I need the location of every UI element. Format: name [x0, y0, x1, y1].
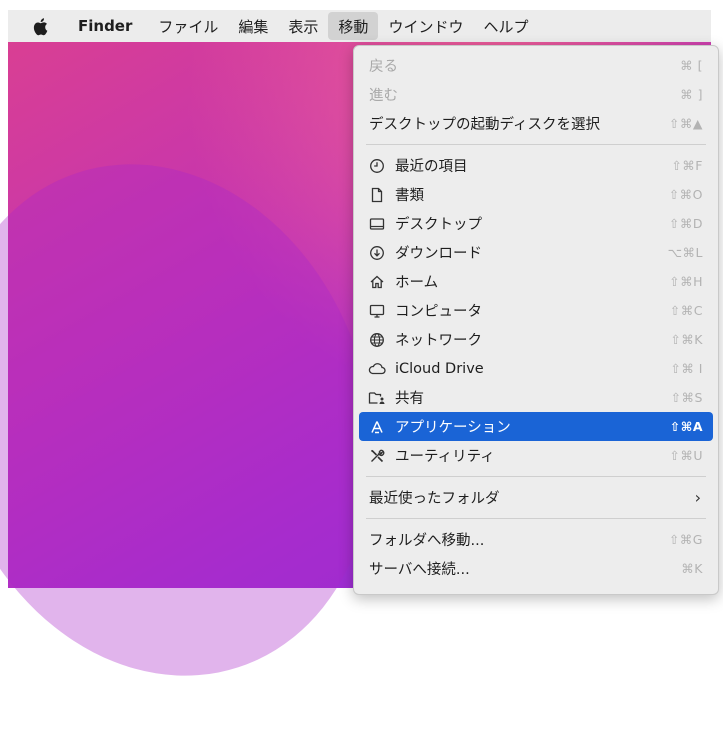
shortcut-label: ⌘ ] [680, 87, 703, 102]
utilities-icon [367, 446, 387, 466]
menu-bar: Finder ファイル 編集 表示 移動 ウインドウ ヘルプ [8, 10, 711, 42]
menu-item-utilities[interactable]: ユーティリティ ⇧⌘U [359, 441, 713, 470]
menu-item-label: ダウンロード [395, 246, 482, 262]
cloud-icon [367, 359, 387, 379]
menu-item-recent-folders[interactable]: 最近使ったフォルダ › [359, 483, 713, 512]
menu-separator [366, 518, 706, 519]
shortcut-label: ⇧⌘ I [670, 361, 703, 376]
menu-item-select-startup-disk[interactable]: デスクトップの起動ディスクを選択 ⇧⌘▲ [359, 109, 713, 138]
menu-item-home[interactable]: ホーム ⇧⌘H [359, 267, 713, 296]
chevron-right-icon: › [694, 488, 701, 507]
go-menu-dropdown: 戻る ⌘ [ 進む ⌘ ] デスクトップの起動ディスクを選択 ⇧⌘▲ 最近の項目… [353, 45, 719, 595]
menu-item-label: デスクトップの起動ディスクを選択 [369, 117, 600, 133]
menubar-go[interactable]: 移動 [328, 12, 379, 40]
shortcut-label: ⇧⌘O [668, 187, 703, 202]
menubar-window[interactable]: ウインドウ [378, 10, 473, 42]
menu-item-desktop[interactable]: デスクトップ ⇧⌘D [359, 209, 713, 238]
menu-item-label: 戻る [369, 59, 398, 75]
menu-item-label: アプリケーション [395, 420, 511, 436]
menu-item-label: ネットワーク [395, 333, 482, 349]
menu-item-label: ホーム [395, 275, 439, 291]
document-icon [367, 185, 387, 205]
menu-item-back[interactable]: 戻る ⌘ [ [359, 51, 713, 80]
shortcut-label: ⇧⌘H [669, 274, 703, 289]
menubar-finder[interactable]: Finder [68, 10, 142, 42]
menubar-edit[interactable]: 編集 [228, 10, 278, 42]
menu-separator [366, 476, 706, 477]
menu-item-documents[interactable]: 書類 ⇧⌘O [359, 180, 713, 209]
applications-icon [367, 417, 387, 437]
shortcut-label: ⌥⌘L [667, 245, 703, 260]
shortcut-label: ⌘ [ [680, 58, 703, 73]
menu-item-shared[interactable]: 共有 ⇧⌘S [359, 383, 713, 412]
menu-item-network[interactable]: ネットワーク ⇧⌘K [359, 325, 713, 354]
menu-item-forward[interactable]: 進む ⌘ ] [359, 80, 713, 109]
menu-item-connect-to-server[interactable]: サーバへ接続... ⌘K [359, 554, 713, 583]
shortcut-label: ⇧⌘U [669, 448, 703, 463]
shared-folder-icon [367, 388, 387, 408]
menu-item-go-to-folder[interactable]: フォルダへ移動... ⇧⌘G [359, 525, 713, 554]
menu-item-label: 進む [369, 88, 398, 104]
menu-item-computer[interactable]: コンピュータ ⇧⌘C [359, 296, 713, 325]
network-icon [367, 330, 387, 350]
menu-item-label: フォルダへ移動... [369, 533, 485, 549]
menu-separator [366, 144, 706, 145]
clock-icon [367, 156, 387, 176]
shortcut-label: ⇧⌘A [669, 419, 703, 434]
home-icon [367, 272, 387, 292]
menu-item-label: コンピュータ [395, 304, 482, 320]
shortcut-label: ⇧⌘S [670, 390, 703, 405]
menu-item-applications[interactable]: アプリケーション ⇧⌘A [359, 412, 713, 441]
menu-item-label: サーバへ接続... [369, 562, 470, 578]
menu-item-label: 書類 [395, 188, 424, 204]
menu-item-label: iCloud Drive [395, 360, 484, 377]
menubar-help[interactable]: ヘルプ [473, 10, 538, 42]
shortcut-label: ⇧⌘▲ [668, 116, 703, 131]
shortcut-label: ⌘K [681, 561, 703, 576]
shortcut-label: ⇧⌘G [668, 532, 703, 547]
computer-icon [367, 301, 387, 321]
menu-item-label: デスクトップ [395, 217, 482, 233]
shortcut-label: ⇧⌘F [671, 158, 703, 173]
menu-item-label: ユーティリティ [395, 449, 495, 465]
menubar-file[interactable]: ファイル [148, 10, 228, 42]
desktop-icon [367, 214, 387, 234]
menu-item-label: 共有 [395, 391, 424, 407]
menu-item-icloud-drive[interactable]: iCloud Drive ⇧⌘ I [359, 354, 713, 383]
menu-item-label: 最近使ったフォルダ [369, 491, 500, 507]
apple-logo-icon[interactable] [30, 15, 50, 37]
shortcut-label: ⇧⌘K [670, 332, 703, 347]
menubar-view[interactable]: 表示 [278, 10, 328, 42]
shortcut-label: ⇧⌘C [669, 303, 703, 318]
menu-item-label: 最近の項目 [395, 159, 468, 175]
menu-item-downloads[interactable]: ダウンロード ⌥⌘L [359, 238, 713, 267]
menu-item-recents[interactable]: 最近の項目 ⇧⌘F [359, 151, 713, 180]
download-icon [367, 243, 387, 263]
shortcut-label: ⇧⌘D [668, 216, 703, 231]
